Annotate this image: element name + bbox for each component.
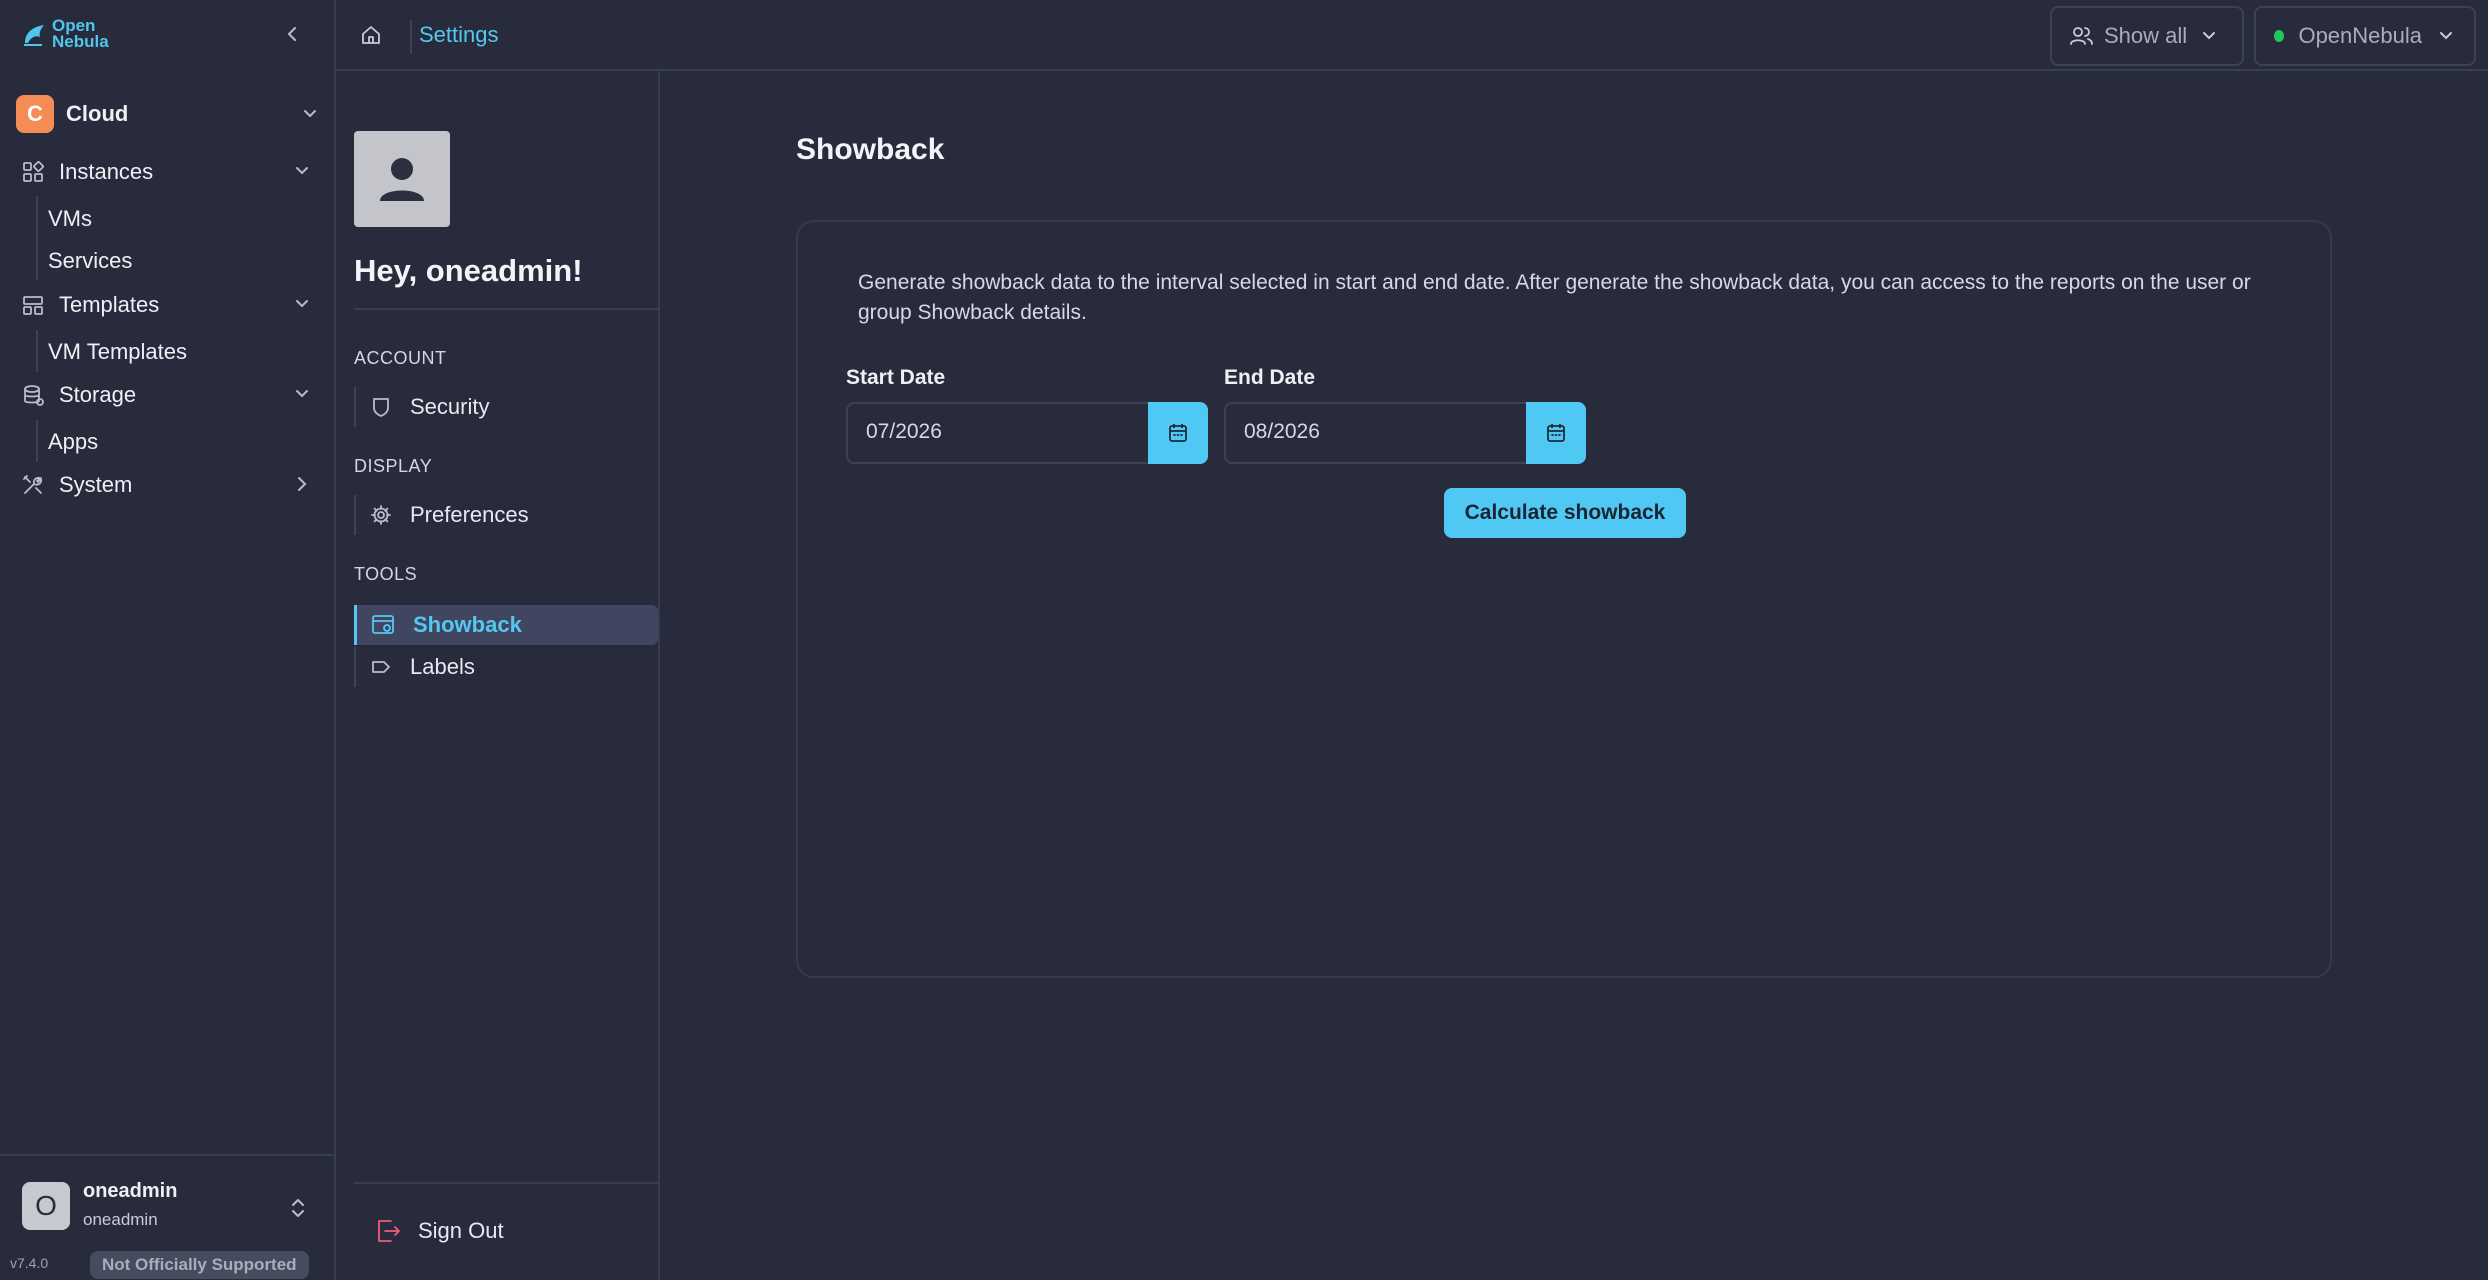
showback-card: Generate showback data to the interval s… (796, 220, 2332, 978)
chevron-down-icon (2199, 26, 2219, 46)
settings-item-label: Preferences (410, 502, 529, 527)
cloud-avatar: C (16, 95, 54, 133)
page-title: Showback (796, 133, 945, 166)
chevron-right-icon (292, 474, 312, 494)
chevron-down-icon (292, 294, 312, 314)
users-icon (2070, 25, 2094, 47)
settings-panel: Hey, oneadmin! ACCOUNT Security DISPLAY … (336, 71, 660, 1280)
shield-icon (370, 396, 392, 418)
calendar-icon[interactable] (1148, 402, 1208, 464)
zone-status-dot (2274, 30, 2285, 42)
greeting: Hey, oneadmin! (354, 253, 583, 288)
divider (354, 308, 658, 310)
sidebar-item-vms[interactable]: VMs (48, 206, 92, 232)
logo-icon (24, 25, 44, 46)
sidebar-item-label: System (59, 472, 133, 497)
group-filter-button[interactable]: Show all (2050, 6, 2244, 66)
logo-line-2: Nebula (52, 32, 109, 51)
breadcrumb-divider (410, 20, 412, 54)
nav-tree-line (36, 330, 38, 372)
sidebar-item-vm-templates[interactable]: VM Templates (48, 339, 187, 365)
end-date-field[interactable]: 08/2026 (1224, 402, 1586, 464)
sign-out-button[interactable]: Sign Out (376, 1217, 504, 1245)
main-sidebar: Open Nebula C Cloud Instances VMs Servic… (0, 0, 336, 1280)
sidebar-item-instances[interactable]: Instances (22, 154, 312, 190)
person-icon (380, 158, 424, 201)
chevron-down-icon (292, 384, 312, 404)
settings-item-security[interactable]: Security (354, 387, 658, 427)
template-icon (22, 294, 44, 316)
section-header-account: ACCOUNT (354, 348, 447, 368)
nav-tree-line (36, 196, 38, 280)
cloud-selector[interactable]: C Cloud (16, 95, 320, 133)
settings-item-labels[interactable]: Labels (354, 647, 658, 687)
database-icon (22, 384, 44, 406)
home-icon[interactable] (360, 24, 382, 46)
avatar: O (22, 1182, 70, 1230)
group-filter-label: Show all (2104, 23, 2188, 48)
sidebar-item-label: Instances (59, 159, 154, 184)
section-header-display: DISPLAY (354, 456, 433, 476)
divider (354, 1182, 658, 1184)
start-date-field[interactable]: 07/2026 (846, 402, 1208, 464)
settings-item-showback[interactable]: Showback (354, 605, 658, 645)
top-bar: Settings Show all OpenNebula (336, 0, 2488, 71)
profile-picture[interactable] (354, 131, 450, 227)
user-group: oneadmin (83, 1210, 158, 1229)
support-badge: Not Officially Supported (90, 1251, 309, 1279)
start-date-label: Start Date (846, 366, 946, 389)
end-date-value[interactable]: 08/2026 (1244, 420, 1320, 444)
settings-item-label: Showback (413, 612, 522, 637)
calendar-icon[interactable] (1526, 402, 1586, 464)
showback-icon (371, 614, 395, 636)
zone-label: OpenNebula (2298, 23, 2422, 48)
sign-out-label: Sign Out (418, 1218, 504, 1243)
calculate-showback-button[interactable]: Calculate showback (1444, 488, 1686, 538)
sidebar-item-services[interactable]: Services (48, 248, 132, 274)
breadcrumb[interactable]: Settings (419, 22, 499, 48)
opennebula-logo[interactable]: Open Nebula (22, 17, 109, 51)
sidebar-item-apps[interactable]: Apps (48, 429, 98, 455)
chevron-down-icon (2436, 26, 2456, 46)
settings-item-label: Security (410, 394, 490, 419)
chevron-up-down-icon[interactable] (288, 1196, 308, 1220)
nav-tree-line (36, 420, 38, 462)
chevron-down-icon (292, 161, 312, 181)
sidebar-item-system[interactable]: System (22, 467, 312, 503)
zone-selector-button[interactable]: OpenNebula (2254, 6, 2476, 66)
settings-item-preferences[interactable]: Preferences (354, 495, 658, 535)
gear-icon (370, 504, 392, 526)
sidebar-item-templates[interactable]: Templates (22, 287, 312, 323)
collapse-sidebar-icon[interactable] (282, 24, 302, 44)
user-name: oneadmin (83, 1180, 178, 1202)
end-date-label: End Date (1224, 366, 1316, 389)
tag-icon (370, 656, 392, 678)
sign-out-icon (376, 1217, 402, 1245)
section-header-tools: TOOLS (354, 564, 418, 584)
logo-text: Open Nebula (52, 17, 109, 51)
version-label: v7.4.0 (10, 1255, 49, 1271)
cloud-label: Cloud (66, 101, 129, 126)
sidebar-item-storage[interactable]: Storage (22, 377, 312, 413)
sidebar-item-label: Templates (59, 292, 160, 317)
start-date-value[interactable]: 07/2026 (866, 420, 942, 444)
settings-item-label: Labels (410, 654, 475, 679)
tools-icon (22, 474, 44, 496)
showback-description: Generate showback data to the interval s… (858, 271, 2251, 324)
user-account-box[interactable]: O oneadmin oneadmin v7.4.0 Not Officiall… (0, 1154, 336, 1280)
chevron-down-icon (300, 104, 320, 124)
grid-icon (22, 161, 44, 183)
sidebar-item-label: Storage (59, 382, 137, 407)
